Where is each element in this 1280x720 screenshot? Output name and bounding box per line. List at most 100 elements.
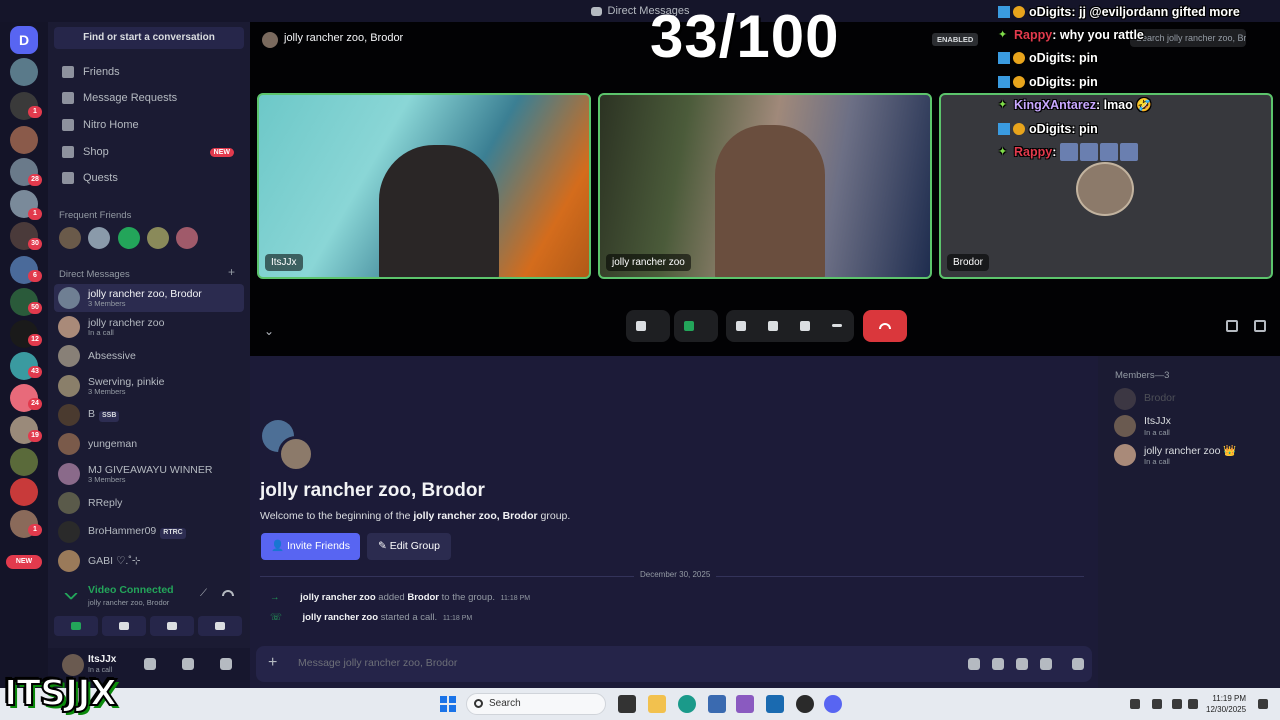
gift-icon[interactable] (1072, 658, 1084, 670)
server-icon[interactable] (10, 126, 38, 154)
frequent-friend-avatar[interactable] (118, 227, 140, 249)
message-composer[interactable]: + Message jolly rancher zoo, Brodor (256, 646, 1092, 682)
nav-quests[interactable]: Quests (54, 166, 244, 190)
disconnect-icon[interactable] (222, 590, 234, 596)
task-view-icon[interactable] (618, 695, 636, 713)
event-target[interactable]: Brodor (407, 592, 439, 603)
emote-icon (1119, 143, 1138, 162)
microphone-icon[interactable] (144, 658, 156, 670)
server-icon[interactable] (10, 478, 38, 506)
user-name[interactable]: ItsJJx (88, 654, 116, 665)
event-actor[interactable]: jolly rancher zoo (303, 612, 379, 623)
emoji-icon[interactable] (1040, 658, 1052, 670)
voice-status[interactable]: Video Connected (88, 584, 174, 596)
emote-icon (1079, 143, 1098, 162)
member-item[interactable]: jolly rancher zoo 👑 In a call (1114, 442, 1274, 468)
system-clock[interactable]: 11:19 PM 12/30/2025 (1206, 693, 1246, 715)
home-button[interactable]: D (10, 26, 38, 54)
server-icon[interactable] (10, 448, 38, 476)
gif-icon[interactable] (992, 658, 1004, 670)
soundboard-button[interactable] (198, 616, 242, 636)
collapse-chevron-icon[interactable]: ⌄ (264, 324, 274, 338)
invite-friends-button[interactable]: 👤 Invite Friends (261, 533, 360, 560)
video-tile[interactable]: ItsJJx (257, 93, 591, 279)
activities-button[interactable] (150, 616, 194, 636)
event-actor[interactable]: jolly rancher zoo (300, 592, 376, 603)
soundboard-icon[interactable] (800, 321, 810, 331)
dm-item[interactable]: MJ GIVEAWAYU WINNER 3 Members (54, 460, 244, 488)
activities-icon[interactable] (768, 321, 778, 331)
nav-friends[interactable]: Friends (54, 60, 244, 84)
fullscreen-icon[interactable] (1254, 320, 1266, 332)
wifi-icon[interactable] (1172, 699, 1182, 709)
apps-icon[interactable] (968, 658, 980, 670)
server-icon[interactable] (10, 58, 38, 86)
edge-icon[interactable] (678, 695, 696, 713)
noise-suppression-icon[interactable]: ⟋ (200, 588, 212, 600)
dm-item[interactable]: BroHammer09 RTRC (54, 518, 244, 546)
create-dm-plus-icon[interactable]: + (228, 265, 235, 279)
screen-share-icon[interactable] (736, 321, 746, 331)
volume-icon[interactable] (1188, 699, 1198, 709)
member-item[interactable]: Brodor (1114, 386, 1274, 412)
file-explorer-icon[interactable] (648, 695, 666, 713)
message-input[interactable]: Message jolly rancher zoo, Brodor (298, 657, 457, 669)
nav-message-requests[interactable]: Message Requests (54, 86, 244, 110)
app-icon[interactable] (708, 695, 726, 713)
frequent-friend-avatar[interactable] (176, 227, 198, 249)
group-title: jolly rancher zoo, Brodor (260, 480, 485, 501)
screen-share-button[interactable] (102, 616, 146, 636)
members-heading: Members—3 (1115, 370, 1170, 381)
dm-item[interactable]: jolly rancher zoo In a call (54, 313, 244, 341)
notification-bell-icon[interactable] (1258, 699, 1268, 709)
popout-icon[interactable] (1226, 320, 1238, 332)
more-options-icon[interactable] (832, 324, 842, 327)
headphones-icon[interactable] (182, 658, 194, 670)
chat-user: oDigits (1029, 51, 1072, 66)
find-conversation-button[interactable]: Find or start a conversation (54, 27, 244, 49)
dm-item[interactable]: yungeman (54, 430, 244, 458)
taskbar-search[interactable]: Search (466, 693, 606, 715)
new-servers-pill[interactable]: NEW (6, 555, 42, 569)
button-label: Edit Group (389, 540, 440, 552)
mic-toggle[interactable] (626, 310, 670, 342)
frequent-friend-avatar[interactable] (147, 227, 169, 249)
dm-sidebar: Find or start a conversation Friends Mes… (48, 22, 250, 688)
chat-line: oDigits: jj @eviljordann gifted more (998, 0, 1280, 23)
end-call-button[interactable] (863, 310, 907, 342)
frequent-friend-avatar[interactable] (88, 227, 110, 249)
video-tile[interactable]: jolly rancher zoo (598, 93, 932, 279)
camera-button[interactable] (54, 616, 98, 636)
frequent-friend-avatar[interactable] (59, 227, 81, 249)
sparkle-icon: ✦ (998, 29, 1008, 42)
member-name: ItsJJx (1144, 415, 1171, 427)
chat-line: oDigits: pin (998, 70, 1280, 93)
discord-taskbar-icon[interactable] (824, 695, 842, 713)
dm-item[interactable]: jolly rancher zoo, Brodor 3 Members (54, 284, 244, 312)
dm-item[interactable]: GABI ♡.˚⊹ (54, 547, 244, 575)
camera-toggle[interactable] (674, 310, 718, 342)
app-icon[interactable] (736, 695, 754, 713)
dm-item[interactable]: Swerving, pinkie 3 Members (54, 372, 244, 400)
app-icon[interactable] (796, 695, 814, 713)
microphone-tray-icon[interactable] (1152, 699, 1162, 709)
stream-chat-overlay: oDigits: jj @eviljordann gifted more ✦ Ra… (998, 0, 1280, 164)
attach-plus-icon[interactable]: + (268, 654, 277, 672)
nav-shop[interactable]: Shop NEW (54, 140, 244, 164)
dm-item[interactable]: B SSB (54, 401, 244, 429)
welcome-group-name: jolly rancher zoo, Brodor (413, 510, 538, 522)
edit-group-button[interactable]: ✎ Edit Group (367, 533, 451, 560)
dm-item[interactable]: RReply (54, 489, 244, 517)
sticker-icon[interactable] (1016, 658, 1028, 670)
chat-message: pin (1079, 51, 1098, 66)
tray-chevron-icon[interactable] (1130, 699, 1140, 709)
voice-channel[interactable]: jolly rancher zoo, Brodor (88, 598, 169, 607)
start-windows-icon[interactable] (440, 696, 456, 712)
connection-signal-icon[interactable] (63, 585, 79, 601)
chat-message: jj @eviljordann gifted more (1079, 4, 1240, 19)
member-item[interactable]: ItsJJx In a call (1114, 413, 1274, 439)
dm-item[interactable]: Absessive (54, 342, 244, 370)
store-icon[interactable] (766, 695, 784, 713)
settings-gear-icon[interactable] (220, 658, 232, 670)
nav-nitro-home[interactable]: Nitro Home (54, 113, 244, 137)
